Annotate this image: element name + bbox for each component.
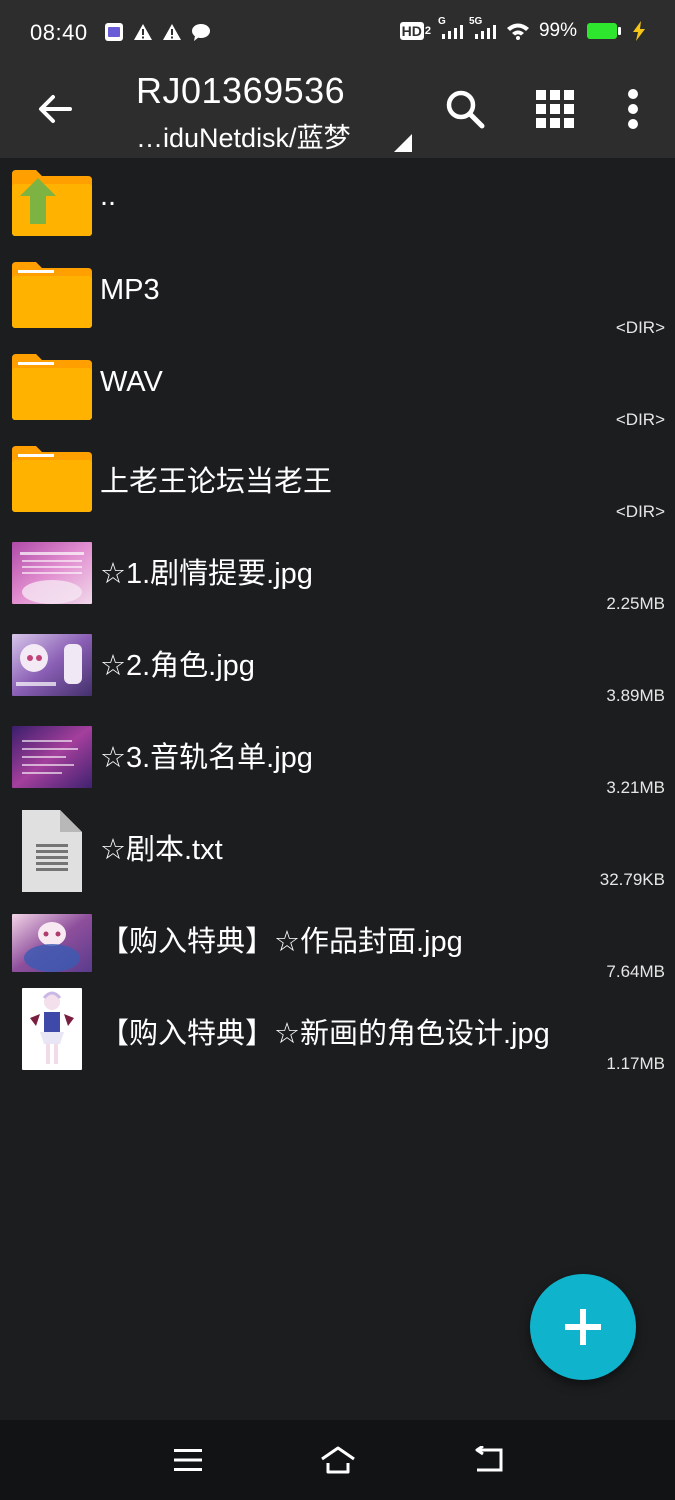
warning-icon: [162, 23, 182, 41]
list-item-parent[interactable]: ..: [0, 158, 675, 250]
file-meta: 7.64MB: [606, 962, 665, 981]
hd-icon: HD 2: [399, 22, 431, 40]
list-item-file[interactable]: 【购入特典】☆新画的角色设计.jpg 1.17MB: [0, 986, 675, 1078]
wifi-icon: [506, 22, 530, 40]
file-meta: 32.79KB: [599, 870, 665, 889]
file-meta: <DIR>: [615, 318, 665, 337]
nav-back-button[interactable]: [466, 1438, 510, 1482]
list-item-file[interactable]: ☆2.角色.jpg 3.89MB: [0, 618, 675, 710]
menu-icon: [174, 1449, 202, 1471]
warning-icon: [133, 23, 153, 41]
status-right: HD 2 G 5G 99%: [399, 16, 647, 42]
list-item-folder[interactable]: WAV <DIR>: [0, 342, 675, 434]
plus-icon: [565, 1309, 601, 1345]
file-list: .. MP3 <DIR> WAV <DIR> 上老王论坛当老王 <DIR> ☆1…: [0, 158, 675, 1078]
search-button[interactable]: [440, 84, 490, 134]
file-name: 上老王论坛当老王: [100, 466, 333, 498]
signal-icon: G: [438, 16, 464, 40]
folder-icon: [12, 354, 92, 420]
net-2: 5G: [468, 16, 483, 27]
file-meta: 2.25MB: [606, 594, 665, 613]
file-meta: 3.89MB: [606, 686, 665, 705]
more-vert-icon: [628, 89, 638, 129]
file-name: 【购入特典】☆新画的角色设计.jpg: [100, 1018, 550, 1050]
parent-folder-icon: [12, 170, 92, 236]
file-name: ☆1.剧情提要.jpg: [100, 558, 313, 590]
net-1: G: [437, 16, 446, 27]
file-name: ☆2.角色.jpg: [100, 650, 255, 682]
status-bar: 08:40 HD 2 G 5G 99%: [0, 0, 675, 66]
status-time: 08:40: [30, 20, 88, 45]
hd-label: HD: [399, 22, 424, 40]
list-item-file[interactable]: ☆3.音轨名单.jpg 3.21MB: [0, 710, 675, 802]
add-button[interactable]: [530, 1274, 636, 1380]
file-meta: <DIR>: [615, 410, 665, 429]
list-item-file[interactable]: ☆1.剧情提要.jpg 2.25MB: [0, 526, 675, 618]
file-meta: <DIR>: [615, 502, 665, 521]
notification-icons: [104, 22, 211, 42]
more-options-button[interactable]: [608, 84, 658, 134]
file-name: 【购入特典】☆作品封面.jpg: [100, 926, 463, 958]
app-notification-icon: [104, 22, 124, 42]
image-thumbnail: [12, 634, 92, 696]
nav-menu-button[interactable]: [166, 1438, 210, 1482]
image-thumbnail: [22, 988, 82, 1070]
image-thumbnail: [12, 914, 92, 972]
file-name: ☆3.音轨名单.jpg: [100, 742, 313, 774]
file-name: WAV: [100, 366, 163, 398]
battery-percent: 99%: [538, 20, 577, 41]
folder-title: RJ01369536: [136, 70, 346, 111]
image-thumbnail: [12, 542, 92, 604]
file-name: ☆剧本.txt: [100, 834, 223, 866]
folder-icon: [12, 262, 92, 328]
back-arrow-icon: [39, 95, 72, 123]
grid-view-button[interactable]: [530, 84, 580, 134]
folder-icon: [12, 446, 92, 512]
file-meta: 1.17MB: [606, 1054, 665, 1073]
battery-icon: [586, 22, 622, 40]
list-item-folder[interactable]: MP3 <DIR>: [0, 250, 675, 342]
back-button[interactable]: [30, 84, 80, 134]
back-icon: [475, 1446, 503, 1472]
file-name: ..: [100, 180, 117, 212]
path-dropdown-icon[interactable]: [394, 134, 412, 152]
folder-path[interactable]: …iduNetdisk/蓝梦: [136, 116, 351, 155]
grid-view-icon: [536, 90, 574, 128]
list-item-folder[interactable]: 上老王论坛当老王 <DIR>: [0, 434, 675, 526]
file-name: MP3: [100, 274, 160, 306]
list-item-file[interactable]: 【购入特典】☆作品封面.jpg 7.64MB: [0, 894, 675, 986]
app-toolbar: RJ01369536 …iduNetdisk/蓝梦: [0, 66, 675, 158]
chat-bubble-icon: [191, 23, 211, 41]
text-file-icon: [12, 810, 92, 892]
charging-icon: [631, 21, 647, 41]
home-icon: [321, 1446, 355, 1474]
nav-home-button[interactable]: [316, 1438, 360, 1482]
list-item-file[interactable]: ☆剧本.txt 32.79KB: [0, 802, 675, 894]
image-thumbnail: [12, 726, 92, 788]
file-meta: 3.21MB: [606, 778, 665, 797]
search-icon: [446, 90, 485, 129]
system-nav-bar: [0, 1420, 675, 1500]
signal-icon: 5G: [469, 16, 497, 40]
hd-sub: 2: [424, 25, 431, 37]
